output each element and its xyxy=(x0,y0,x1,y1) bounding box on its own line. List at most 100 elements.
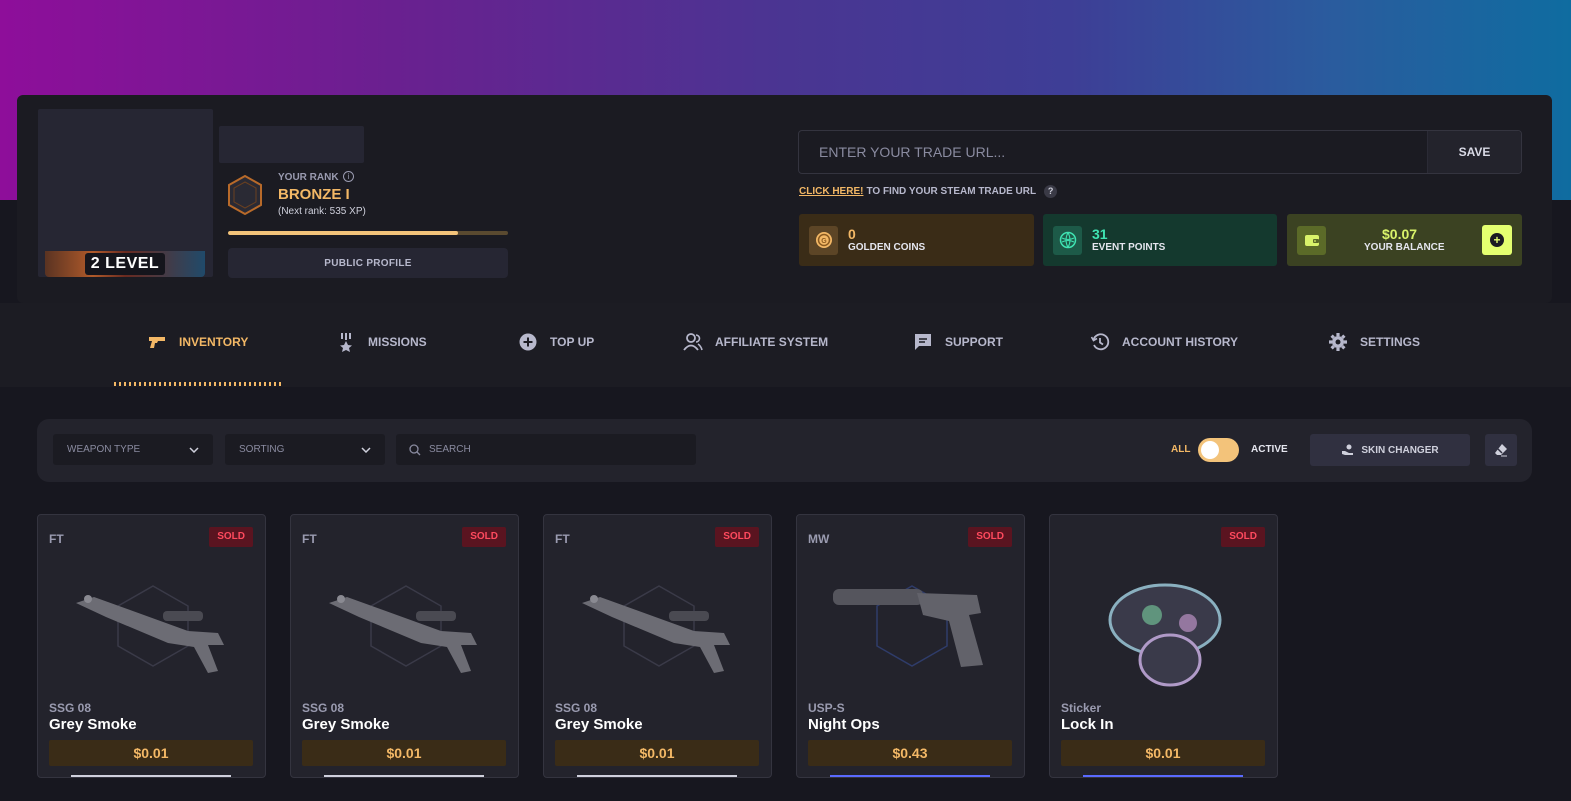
add-balance-button[interactable]: + xyxy=(1482,225,1512,255)
all-active-toggle[interactable] xyxy=(1198,438,1239,462)
trade-url-help: CLICK HERE! TO FIND YOUR STEAM TRADE URL… xyxy=(799,185,1058,198)
profile-panel: 2 LEVEL YOUR RANK i BRONZE I (Next rank:… xyxy=(17,95,1552,303)
sorting-select[interactable]: SORTING xyxy=(225,434,385,465)
nav-affiliate-label: AFFILIATE SYSTEM xyxy=(715,335,829,349)
toggle-knob xyxy=(1201,441,1219,459)
nav-support[interactable]: SUPPORT xyxy=(913,332,1003,352)
weapon-type-select[interactable]: WEAPON TYPE xyxy=(53,434,213,465)
item-price: $0.01 xyxy=(302,740,506,766)
save-trade-url-button[interactable]: SAVE xyxy=(1427,131,1521,173)
sold-badge: SOLD xyxy=(968,527,1012,547)
item-weapon: Sticker xyxy=(1061,701,1102,715)
item-price: $0.01 xyxy=(1061,740,1265,766)
event-points-value: 31 xyxy=(1092,225,1108,242)
coin-icon: G xyxy=(809,225,838,255)
event-points-card: 31 EVENT POINTS xyxy=(1043,214,1277,266)
item-wear: FT xyxy=(555,532,570,546)
golden-coins-card: G 0 GOLDEN COINS xyxy=(799,214,1034,266)
level-text: 2 LEVEL xyxy=(84,253,166,275)
trade-url-help-text: TO FIND YOUR STEAM TRADE URL xyxy=(866,186,1037,197)
sold-badge: SOLD xyxy=(1221,527,1265,547)
item-name: Lock In xyxy=(1061,716,1114,733)
nav-missions[interactable]: MISSIONS xyxy=(336,332,427,352)
inventory-item[interactable]: MW SOLD USP-S Night Ops $0.43 xyxy=(796,514,1025,778)
rank-hexagon-icon xyxy=(228,175,262,215)
skin-changer-button[interactable]: SKIN CHANGER xyxy=(1310,434,1470,466)
eraser-icon xyxy=(1495,444,1507,457)
globe-icon xyxy=(1053,225,1082,255)
nav-top-up-label: TOP UP xyxy=(550,335,595,349)
nav-top-up[interactable]: TOP UP xyxy=(518,332,594,352)
pistol-image xyxy=(833,585,983,667)
inventory-item[interactable]: FT SOLD SSG 08 Grey Smoke $0.01 xyxy=(37,514,266,778)
sorting-label: SORTING xyxy=(239,444,285,455)
item-wear: MW xyxy=(808,532,830,546)
xp-progress-bar xyxy=(228,231,508,235)
item-price: $0.01 xyxy=(49,740,253,766)
xp-progress-fill xyxy=(228,231,458,235)
nav-affiliate[interactable]: AFFILIATE SYSTEM xyxy=(683,332,828,352)
item-name: Grey Smoke xyxy=(555,716,643,733)
nav-account-history[interactable]: ACCOUNT HISTORY xyxy=(1090,332,1238,352)
toggle-all-label: ALL xyxy=(1171,444,1191,455)
plus-circle-icon xyxy=(519,333,537,351)
gear-icon xyxy=(1329,333,1347,351)
wallet-icon xyxy=(1297,225,1326,255)
nav-settings-label: SETTINGS xyxy=(1360,335,1421,349)
medal-icon xyxy=(340,333,352,352)
toggle-active-label: ACTIVE xyxy=(1251,444,1288,455)
nav-inventory[interactable]: INVENTORY xyxy=(147,332,248,352)
public-profile-button[interactable]: PUBLIC PROFILE xyxy=(228,248,508,278)
inventory-item[interactable]: FT SOLD SSG 08 Grey Smoke $0.01 xyxy=(543,514,772,778)
skin-changer-label: SKIN CHANGER xyxy=(1361,444,1439,456)
next-rank-text: (Next rank: 535 XP) xyxy=(278,206,366,217)
hand-coins-icon xyxy=(1342,444,1354,455)
nav-support-label: SUPPORT xyxy=(945,335,1004,349)
inventory-item[interactable]: FT SOLD SSG 08 Grey Smoke $0.01 xyxy=(290,514,519,778)
sold-badge: SOLD xyxy=(715,527,759,547)
item-name: Night Ops xyxy=(808,716,880,733)
nav-settings[interactable]: SETTINGS xyxy=(1328,332,1420,352)
history-icon xyxy=(1090,333,1110,351)
item-weapon: SSG 08 xyxy=(302,701,345,715)
balance-card: $0.07 YOUR BALANCE + xyxy=(1287,214,1522,266)
trade-url-help-link[interactable]: CLICK HERE! xyxy=(799,186,863,197)
sniper-rifle-image xyxy=(329,585,477,673)
rank-info-icon[interactable]: i xyxy=(343,171,354,182)
nav-inventory-label: INVENTORY xyxy=(179,335,249,349)
item-weapon: SSG 08 xyxy=(49,701,92,715)
inventory-item[interactable]: SOLD Sticker Lock In $0.01 xyxy=(1049,514,1278,778)
item-rarity-bar xyxy=(577,775,737,777)
balance-value: $0.07 xyxy=(1382,225,1418,242)
sold-badge: SOLD xyxy=(462,527,506,547)
rank-name: BRONZE I xyxy=(278,186,350,203)
clear-filters-button[interactable] xyxy=(1485,434,1517,466)
search-icon xyxy=(409,443,421,455)
sniper-rifle-image xyxy=(582,585,730,673)
level-badge: 2 LEVEL xyxy=(45,251,205,277)
item-weapon: USP-S xyxy=(808,701,845,715)
event-points-label: EVENT POINTS xyxy=(1092,241,1166,253)
chat-icon xyxy=(915,334,931,350)
item-price: $0.43 xyxy=(808,740,1012,766)
pistol-icon xyxy=(149,337,165,348)
search-input[interactable]: SEARCH xyxy=(396,434,696,465)
chevron-down-icon xyxy=(361,446,371,453)
item-rarity-bar xyxy=(324,775,484,777)
active-tab-indicator xyxy=(114,382,282,386)
item-wear: FT xyxy=(49,532,64,546)
help-question-icon[interactable]: ? xyxy=(1044,185,1058,198)
item-weapon: SSG 08 xyxy=(555,701,598,715)
item-name: Grey Smoke xyxy=(49,716,137,733)
sticker-image xyxy=(1108,583,1222,687)
golden-coins-label: GOLDEN COINS xyxy=(848,241,926,253)
item-rarity-bar xyxy=(830,775,990,777)
profile-nav: INVENTORY MISSIONS TOP UP AFFILIATE SYST… xyxy=(0,303,1571,387)
trade-url-group: SAVE xyxy=(798,130,1522,174)
plus-icon: + xyxy=(1490,233,1504,247)
svg-text:G: G xyxy=(821,238,827,245)
trade-url-input[interactable] xyxy=(799,131,1427,173)
search-placeholder: SEARCH xyxy=(429,444,471,455)
users-icon xyxy=(683,333,703,351)
item-rarity-bar xyxy=(1083,775,1243,777)
